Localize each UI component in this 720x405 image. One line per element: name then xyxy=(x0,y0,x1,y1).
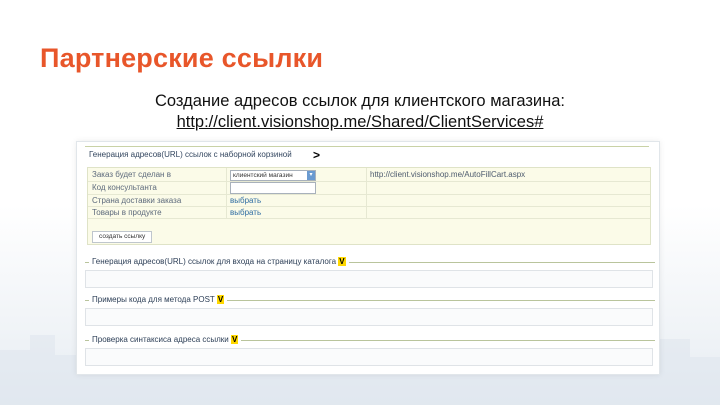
field-label: Страна доставки заказа xyxy=(92,196,182,205)
section-header[interactable]: Генерация адресов(URL) ссылок для входа … xyxy=(89,256,349,268)
section-header-label: Проверка синтаксиса адреса ссылки xyxy=(92,335,229,344)
section-header[interactable]: Проверка синтаксиса адреса ссылки V xyxy=(89,334,242,346)
client-services-url[interactable]: http://client.visionshop.me/Shared/Clien… xyxy=(0,113,720,132)
field-label: Код консультанта xyxy=(92,183,157,192)
slide-title: Партнерские ссылки xyxy=(40,43,324,73)
screenshot-panel: Генерация адресов(URL) ссылок с наборной… xyxy=(76,141,660,375)
field-label: Товары в продукте xyxy=(92,208,162,217)
order-place-select[interactable]: клиентский магазин ▾ xyxy=(230,170,316,181)
expand-icon[interactable]: V xyxy=(231,335,239,344)
chevron-right-icon[interactable]: > xyxy=(313,148,320,162)
form-row-consultant-code: Код консультанта xyxy=(88,181,650,194)
consultant-code-input[interactable] xyxy=(230,182,316,194)
section-header-label: Генерация адресов(URL) ссылок для входа … xyxy=(92,257,337,266)
section-header-label: Генерация адресов(URL) ссылок с наборной… xyxy=(89,150,292,159)
form-row-order-place: Заказ будет сделан в клиентский магазин … xyxy=(88,168,650,181)
expand-icon[interactable]: V xyxy=(338,257,346,266)
field-label: Заказ будет сделан в xyxy=(92,170,171,179)
section-url-generation-cart: Генерация адресов(URL) ссылок с наборной… xyxy=(85,146,649,163)
select-value: клиентский магазин xyxy=(233,172,293,179)
section-header[interactable]: Примеры кода для метода POST V xyxy=(89,294,228,306)
expand-icon[interactable]: V xyxy=(216,295,225,304)
row-divider xyxy=(88,218,650,219)
create-link-button[interactable]: создать ссылку xyxy=(92,231,153,243)
section-content-box xyxy=(85,270,653,288)
slide-subtitle: Создание адресов ссылок для клиентского … xyxy=(154,92,566,110)
section-header-label: Примеры кода для метода POST xyxy=(92,295,215,304)
generated-url: http://client.visionshop.me/AutoFillCart… xyxy=(370,170,526,179)
chevron-down-icon[interactable]: ▾ xyxy=(307,171,315,180)
section-content-box xyxy=(85,348,653,366)
select-country-link[interactable]: выбрать xyxy=(230,196,261,205)
section-content-box xyxy=(85,308,653,326)
cart-link-form: Заказ будет сделан в клиентский магазин … xyxy=(87,167,651,245)
select-products-link[interactable]: выбрать xyxy=(230,208,261,217)
